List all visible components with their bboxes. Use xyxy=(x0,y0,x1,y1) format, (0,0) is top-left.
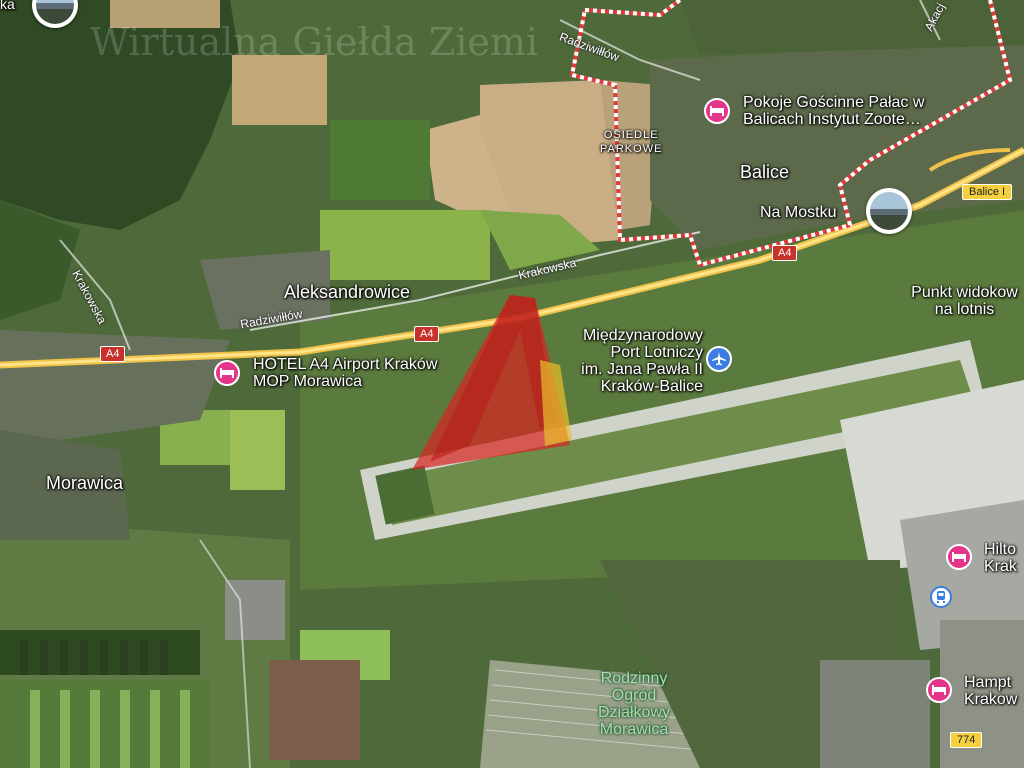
watermark: Wirtualna Giełda Ziemi xyxy=(90,20,539,64)
airplane-icon[interactable] xyxy=(706,346,732,372)
shield-balice-one: Balice I xyxy=(962,184,1013,200)
shield-a4-mid: A4 xyxy=(414,326,440,342)
location-pin-icon[interactable] xyxy=(866,188,912,234)
bed-icon[interactable] xyxy=(704,98,730,124)
poi-na-mostku[interactable]: Na Mostku xyxy=(760,204,836,222)
poi-hampton[interactable]: Hampt Krakow xyxy=(964,674,1024,708)
poi-ogrod-dzialkowy[interactable]: Rodzinny Ogród Działkowy Morawica xyxy=(584,670,684,738)
poi-airport[interactable]: Międzynarodowy Port Lotniczy im. Jana Pa… xyxy=(545,327,703,395)
shield-a4-right: A4 xyxy=(772,245,798,261)
bed-icon[interactable] xyxy=(214,360,240,386)
poi-hilton[interactable]: Hilto Krak xyxy=(984,541,1024,575)
place-morawica[interactable]: Morawica xyxy=(46,473,123,494)
shield-a4-left: A4 xyxy=(100,346,126,362)
bed-icon[interactable] xyxy=(946,544,972,570)
fragment-label: ka xyxy=(0,0,15,12)
shield-774: 774 xyxy=(950,732,983,748)
place-osiedle-parkowe[interactable]: OSIEDLE PARKOWE xyxy=(600,128,662,156)
place-balice[interactable]: Balice xyxy=(740,162,789,183)
train-icon[interactable] xyxy=(930,586,952,608)
place-aleksandrowice[interactable]: Aleksandrowice xyxy=(284,282,410,303)
poi-hotel-a4[interactable]: HOTEL A4 Airport Kraków MOP Morawica xyxy=(253,356,463,390)
poi-pokoje-goscinne[interactable]: Pokoje Gościnne Pałac w Balicach Instytu… xyxy=(743,94,973,128)
bed-icon[interactable] xyxy=(926,677,952,703)
poi-punkt-widokowy[interactable]: Punkt widokow na lotnis xyxy=(905,284,1024,318)
